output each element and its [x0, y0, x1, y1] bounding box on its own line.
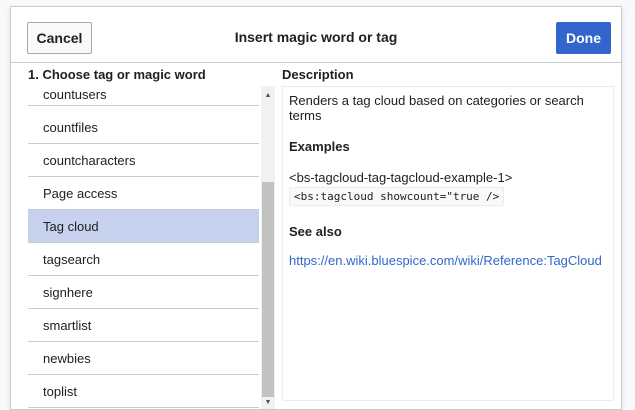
cancel-button[interactable]: Cancel [27, 22, 92, 54]
example-tag: <bs-tagcloud-tag-tagcloud-example-1> [289, 170, 513, 185]
page: Cancel Insert magic word or tag Done 1. … [0, 0, 635, 410]
done-button[interactable]: Done [556, 22, 611, 54]
tag-list[interactable]: countusers countfiles countcharacters Pa… [28, 86, 259, 409]
list-scrollbar[interactable]: ▲ ▼ [261, 86, 275, 409]
scroll-up-arrow-icon[interactable]: ▲ [261, 88, 275, 102]
dialog-header: Cancel Insert magic word or tag Done [11, 7, 621, 63]
description-panel: Renders a tag cloud based on categories … [282, 86, 614, 401]
dialog-title: Insert magic word or tag [234, 29, 398, 45]
list-item-toplist[interactable]: toplist [28, 375, 259, 408]
see-also-heading: See also [289, 224, 342, 239]
list-item-page-access[interactable]: Page access [28, 177, 259, 210]
insert-magic-word-dialog: Cancel Insert magic word or tag Done 1. … [10, 6, 622, 410]
scroll-down-arrow-icon[interactable]: ▼ [261, 395, 275, 409]
tag-list-container: countusers countfiles countcharacters Pa… [28, 86, 275, 409]
examples-heading: Examples [289, 139, 350, 154]
choose-tag-heading: 1. Choose tag or magic word [28, 67, 206, 82]
description-text: Renders a tag cloud based on categories … [289, 93, 584, 123]
list-item-countfiles[interactable]: countfiles [28, 111, 259, 144]
list-item-newbies[interactable]: newbies [28, 342, 259, 375]
list-item-smartlist[interactable]: smartlist [28, 309, 259, 342]
scroll-thumb[interactable] [262, 182, 274, 397]
description-heading: Description [282, 67, 354, 82]
example-code: <bs:tagcloud showcount="true /> [289, 187, 505, 206]
list-item-signhere[interactable]: signhere [28, 276, 259, 309]
list-item-tagsearch[interactable]: tagsearch [28, 243, 259, 276]
list-item-tag-cloud[interactable]: Tag cloud [28, 210, 259, 243]
reference-link[interactable]: https://en.wiki.bluespice.com/wiki/Refer… [289, 253, 607, 268]
list-item-countcharacters[interactable]: countcharacters [28, 144, 259, 177]
list-item-countusers[interactable]: countusers [28, 86, 259, 106]
